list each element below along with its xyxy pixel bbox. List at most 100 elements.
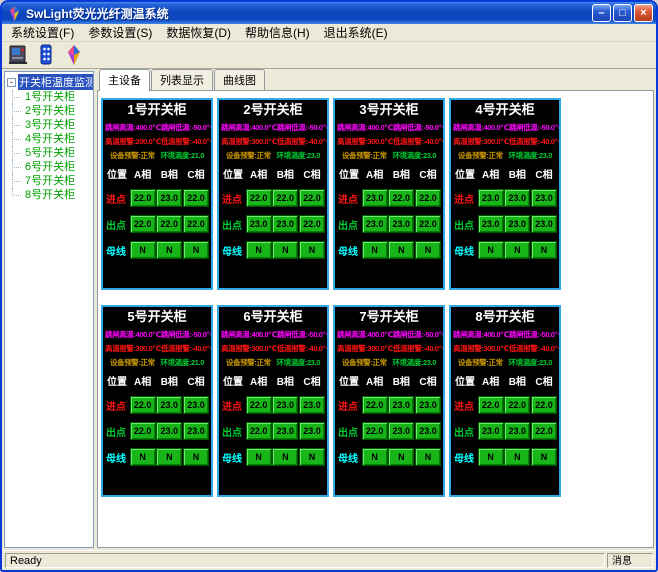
temp-cell-out-0[interactable]: 23.0 [246, 215, 272, 233]
tree-root[interactable]: - 开关柜温度监测系统 [7, 74, 93, 90]
menu-item-2[interactable]: 数据恢复(D) [159, 23, 238, 42]
temp-cell-in-0[interactable]: 23.0 [478, 189, 504, 207]
temp-cell-bus-2[interactable]: N A℃ [299, 448, 325, 466]
temp-cell-out-1[interactable]: 23.0 [388, 215, 414, 233]
minimize-button[interactable]: – [592, 4, 611, 22]
temp-cell-in-2[interactable]: 22.0 [299, 189, 325, 207]
temp-cell-in-1[interactable]: 22.0 [388, 189, 414, 207]
tree-item-cabinet-5[interactable]: 5号开关柜 [12, 146, 93, 160]
temp-cell-out-1[interactable]: 23.0 [388, 422, 414, 440]
temp-cell-in-0[interactable]: 22.0 [130, 396, 156, 414]
temp-cell-in-2[interactable]: 22.0 [415, 189, 441, 207]
toolbar-button-2[interactable] [34, 43, 58, 67]
temp-cell-out-2[interactable]: 23.0 [299, 422, 325, 440]
temp-cell-bus-0[interactable]: N A℃ [478, 448, 504, 466]
temp-cell-in-0[interactable]: 22.0 [246, 396, 272, 414]
temp-cell-out-0[interactable]: 23.0 [478, 215, 504, 233]
temp-cell-in-2[interactable]: 22.0 [531, 396, 557, 414]
temp-cell-in-2[interactable]: 23.0 [299, 396, 325, 414]
temp-cell-out-2[interactable]: 22.0 [531, 422, 557, 440]
temp-cell-bus-0[interactable]: N A℃ [246, 448, 272, 466]
trip-low-value: -50.0℃ [191, 330, 213, 339]
tree-item-cabinet-8[interactable]: 8号开关柜 [12, 188, 93, 202]
temp-cell-in-2[interactable]: 23.0 [415, 396, 441, 414]
temp-cell-bus-2[interactable]: N A℃ [531, 241, 557, 259]
temp-cell-in-1[interactable]: 23.0 [504, 189, 530, 207]
temp-cell-bus-2[interactable]: N A℃ [415, 448, 441, 466]
temp-cell-bus-1[interactable]: N A℃ [504, 241, 530, 259]
temp-cell-out-2[interactable]: 23.0 [183, 422, 209, 440]
temp-cell-bus-0[interactable]: N A℃ [362, 448, 388, 466]
tree-item-cabinet-6[interactable]: 6号开关柜 [12, 160, 93, 174]
temp-cell-bus-2[interactable]: N A℃ [183, 448, 209, 466]
temp-cell-bus-2[interactable]: N A℃ [183, 241, 209, 259]
temp-cell-in-0[interactable]: 22.0 [362, 396, 388, 414]
maximize-button[interactable]: □ [613, 4, 632, 22]
temp-cell-bus-2[interactable]: N A℃ [531, 448, 557, 466]
temp-cell-bus-0[interactable]: N A℃ [246, 241, 272, 259]
temp-cell-in-2[interactable]: 22.0 [183, 189, 209, 207]
temp-cell-bus-0[interactable]: N A℃ [130, 448, 156, 466]
tree-collapse-icon[interactable]: - [7, 78, 16, 87]
temp-cell-in-2[interactable]: 23.0 [183, 396, 209, 414]
tree-item-cabinet-4[interactable]: 4号开关柜 [12, 132, 93, 146]
close-button[interactable]: × [634, 4, 653, 22]
temp-cell-out-1[interactable]: 22.0 [156, 215, 182, 233]
tree-root-label[interactable]: 开关柜温度监测系统 [18, 74, 94, 90]
temp-cell-in-1[interactable]: 23.0 [156, 396, 182, 414]
tree-item-cabinet-7[interactable]: 7号开关柜 [12, 174, 93, 188]
temp-cell-out-1[interactable]: 23.0 [272, 422, 298, 440]
temp-cell-out-2[interactable]: 23.0 [531, 215, 557, 233]
tree-item-cabinet-3[interactable]: 3号开关柜 [12, 118, 93, 132]
temp-cell-out-0[interactable]: 22.0 [246, 422, 272, 440]
menu-item-3[interactable]: 帮助信息(H) [238, 23, 317, 42]
temp-cell-out-1[interactable]: 23.0 [504, 215, 530, 233]
tree-item-cabinet-2[interactable]: 2号开关柜 [12, 104, 93, 118]
tab-1[interactable]: 列表显示 [151, 69, 213, 90]
temp-cell-bus-1[interactable]: N A℃ [388, 241, 414, 259]
temp-cell-bus-0[interactable]: N A℃ [130, 241, 156, 259]
temp-cell-bus-1[interactable]: N A℃ [272, 241, 298, 259]
toolbar-button-1[interactable] [6, 43, 30, 67]
temp-cell-in-1[interactable]: 22.0 [504, 396, 530, 414]
menu-item-4[interactable]: 退出系统(E) [317, 23, 395, 42]
tree-item-cabinet-1[interactable]: 1号开关柜 [12, 90, 93, 104]
temp-cell-out-2[interactable]: 22.0 [299, 215, 325, 233]
temp-cell-in-1[interactable]: 22.0 [272, 189, 298, 207]
temp-cell-bus-2[interactable]: N A℃ [415, 241, 441, 259]
temp-cell-in-1[interactable]: 23.0 [156, 189, 182, 207]
temp-cell-bus-0[interactable]: N A℃ [478, 241, 504, 259]
temp-cell-bus-1[interactable]: N A℃ [272, 448, 298, 466]
temp-cell-in-1[interactable]: 23.0 [272, 396, 298, 414]
temp-cell-in-1[interactable]: 23.0 [388, 396, 414, 414]
tab-2[interactable]: 曲线图 [214, 69, 265, 90]
temp-cell-out-0[interactable]: 22.0 [362, 422, 388, 440]
menu-item-0[interactable]: 系统设置(F) [4, 23, 81, 42]
temp-cell-out-0[interactable]: 22.0 [130, 215, 156, 233]
temp-cell-out-1[interactable]: 23.0 [156, 422, 182, 440]
tab-0[interactable]: 主设备 [99, 69, 150, 91]
temp-cell-bus-2[interactable]: N A℃ [299, 241, 325, 259]
temp-cell-in-2[interactable]: 23.0 [531, 189, 557, 207]
temp-cell-in-0[interactable]: 22.0 [130, 189, 156, 207]
temp-cell-out-1[interactable]: 23.0 [272, 215, 298, 233]
temp-cell-out-0[interactable]: 23.0 [478, 422, 504, 440]
temp-cell-out-1[interactable]: 23.0 [504, 422, 530, 440]
toolbar-button-3[interactable] [62, 43, 86, 67]
temp-cell-in-0[interactable]: 22.0 [478, 396, 504, 414]
temp-cell-in-0[interactable]: 22.0 [246, 189, 272, 207]
temp-cell-bus-1[interactable]: N A℃ [156, 241, 182, 259]
menu-item-1[interactable]: 参数设置(S) [81, 23, 159, 42]
temp-cell-bus-1[interactable]: N A℃ [504, 448, 530, 466]
temp-cell-out-2[interactable]: 22.0 [183, 215, 209, 233]
temp-cell-out-0[interactable]: 23.0 [362, 215, 388, 233]
temp-cell-bus-1[interactable]: N A℃ [156, 448, 182, 466]
title-bar[interactable]: SwLight荧光光纤测温系统 – □ × [2, 2, 656, 24]
temp-cell-bus-0[interactable]: N A℃ [362, 241, 388, 259]
temp-cell-in-0[interactable]: 23.0 [362, 189, 388, 207]
temp-cell-out-2[interactable]: 23.0 [415, 422, 441, 440]
temp-cell-out-2[interactable]: 22.0 [415, 215, 441, 233]
column-header-phase-c: C相 [415, 166, 441, 181]
temp-cell-out-0[interactable]: 22.0 [130, 422, 156, 440]
temp-cell-bus-1[interactable]: N A℃ [388, 448, 414, 466]
